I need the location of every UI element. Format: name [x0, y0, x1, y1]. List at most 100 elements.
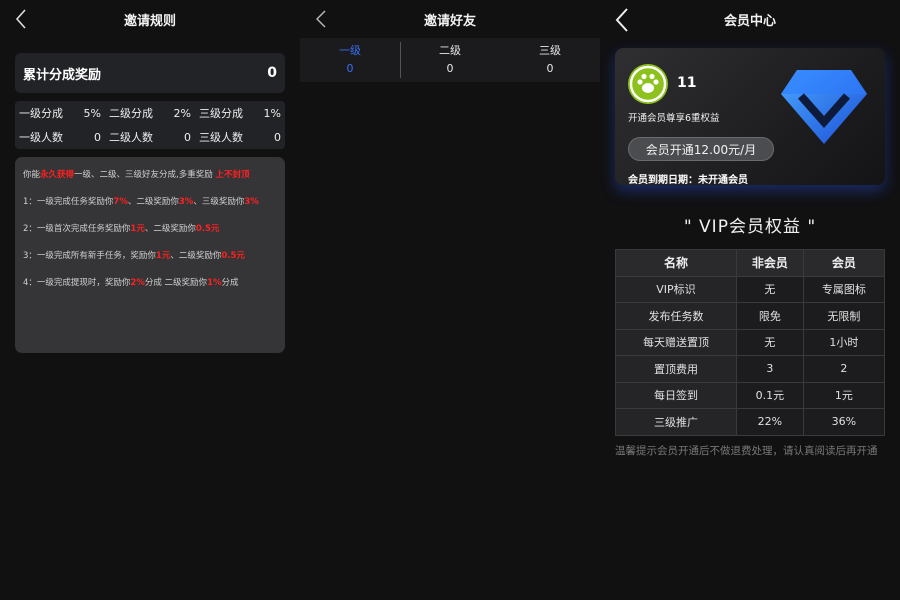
rule-text: 你能 — [23, 170, 41, 180]
grid-label: 三级人数 — [199, 131, 243, 144]
rule-highlight: 永久获得 — [40, 170, 75, 180]
grid-value: 2% — [173, 106, 191, 120]
table-cell: 0.1元 — [735, 381, 804, 409]
rule-text: 4：一级完成提现时，奖励你 — [23, 278, 131, 288]
rule-3: 3：一级完成所有新手任务，奖励你1元、二级奖励你0.5元 — [23, 248, 277, 264]
grid-label: 三级分成 — [199, 107, 243, 120]
benefits-table: 名称 非会员 会员 VIP标识无专属图标 发布任务数 限免 无限制 每天赠送置顶无 1… — [615, 249, 886, 436]
open-membership-button[interactable]: 会员开通12.00元/月 — [628, 137, 774, 161]
tab-level-3[interactable]: 三级 0 — [500, 38, 600, 82]
grid-value: 1% — [263, 106, 281, 120]
rule-highlight: 3% — [178, 197, 194, 207]
tab-label: 三级 — [539, 44, 561, 57]
page-title: 会员中心 — [723, 13, 776, 29]
chevron-left-icon — [15, 9, 26, 29]
diamond-icon — [781, 70, 867, 144]
level-tabs: 一级 0 二级 0 三级 0 — [300, 38, 600, 82]
total-reward-card: 累计分成奖励 0 — [15, 53, 285, 93]
rule-text: 1：一级完成任务奖励你 — [23, 197, 114, 207]
table-row: 每日签到 0.1元 1元 — [615, 381, 886, 409]
chevron-left-icon — [615, 8, 628, 32]
table-cell: 置顶费用 — [615, 355, 737, 383]
tab-count: 0 — [546, 62, 554, 75]
grid-cell: 三级人数 0 — [195, 125, 285, 149]
rule-highlight: 上不封顶 — [215, 170, 250, 180]
chevron-left-icon — [316, 10, 326, 28]
paw-icon — [629, 65, 667, 103]
tab-level-1[interactable]: 一级 0 — [300, 38, 400, 82]
grid-cell: 一级人数 0 — [15, 125, 105, 149]
table-cell: 无 — [735, 275, 804, 303]
tab-count: 0 — [446, 62, 454, 75]
rule-text: 分成 — [221, 278, 239, 288]
tab-label: 一级 — [339, 44, 361, 57]
rule-highlight: 2% — [130, 278, 145, 288]
table-cell: 发布任务数 — [615, 302, 737, 330]
table-cell: 限免 — [735, 302, 804, 330]
table-header-row: 名称 非会员 会员 — [615, 249, 886, 277]
total-reward-label: 累计分成奖励 — [23, 67, 102, 83]
grid-cell: 二级分成 2% — [105, 101, 195, 125]
tab-label: 二级 — [439, 44, 461, 57]
table-cell: 无 — [735, 328, 804, 356]
tab-divider — [400, 42, 401, 78]
table-row: 每天赠送置顶无 1小时 — [615, 328, 886, 356]
table-cell: 3 — [735, 355, 804, 383]
rule-text: 分成 二级奖励你 — [144, 278, 208, 288]
rule-1: 1：一级完成任务奖励你7%、二级奖励你3%、三级奖励你3% — [23, 194, 277, 210]
page-title: 邀请规则 — [123, 13, 176, 29]
rule-highlight: 7% — [113, 197, 128, 207]
grid-label: 一级人数 — [19, 131, 63, 144]
table-header: 会员 — [802, 249, 886, 277]
refund-tip: 温馨提示会员开通后不做退费处理，请认真阅读后再开通 — [615, 445, 878, 457]
expire-date: 会员到期日期：未开通会员 — [628, 175, 748, 185]
back-button[interactable] — [614, 8, 634, 32]
rule-text: 一级、二级、三级好友分成,多重奖励 — [74, 170, 216, 180]
table-cell: 2 — [802, 355, 886, 383]
table-cell: 1小时 — [802, 328, 886, 356]
header: 会员中心 — [600, 0, 900, 38]
rule-highlight: 1% — [207, 278, 222, 288]
table-cell: 每日签到 — [615, 381, 737, 409]
table-header: 非会员 — [735, 249, 804, 277]
grid-value: 0 — [274, 130, 281, 144]
table-cell: 专属图标 — [802, 275, 886, 303]
grid-label: 二级人数 — [109, 131, 153, 144]
grid-value: 0 — [184, 130, 191, 144]
header: 邀请规则 — [0, 0, 300, 38]
rule-2: 2：一级首次完成任务奖励你1元、二级奖励你0.5元 — [23, 221, 277, 237]
page-title: 邀请好友 — [423, 13, 476, 29]
table-row: 三级推广 22% 36% — [615, 408, 886, 436]
rule-highlight: 1元 — [130, 224, 145, 234]
tab-count: 0 — [346, 62, 354, 75]
back-button[interactable] — [14, 8, 34, 30]
rule-text: 、二级奖励你 — [127, 197, 179, 207]
table-cell: 每天赠送置顶 — [615, 328, 737, 356]
table-row: VIP标识无专属图标 — [615, 275, 886, 303]
vip-benefits-heading: " VIP会员权益 " — [683, 217, 817, 237]
tab-level-2[interactable]: 二级 0 — [400, 38, 500, 82]
table-cell: VIP标识 — [615, 275, 737, 303]
rule-4: 4：一级完成提现时，奖励你2%分成 二级奖励你1%分成 — [23, 275, 277, 291]
table-cell: 无限制 — [802, 302, 886, 330]
rules-box: 你能永久获得一级、二级、三级好友分成,多重奖励 上不封顶 1：一级完成任务奖励你… — [15, 157, 285, 353]
grid-label: 二级分成 — [109, 107, 153, 120]
grid-value: 5% — [83, 106, 101, 120]
table-cell: 22% — [735, 408, 804, 436]
total-reward-value: 0 — [267, 65, 277, 81]
invite-friends-screen: 邀请好友 一级 0 二级 0 三级 0 — [300, 0, 600, 600]
grid-cell: 三级分成 1% — [195, 101, 285, 125]
vip-subtitle: 开通会员尊享6重权益 — [628, 113, 720, 124]
rule-highlight: 0.5元 — [221, 251, 245, 261]
rule-highlight: 0.5元 — [195, 224, 220, 234]
rule-text: 、二级奖励你 — [144, 224, 196, 234]
invite-rules-screen: 邀请规则 累计分成奖励 0 一级分成 5% 二级分成 2% 三级分成 1% 一级人数 0… — [0, 0, 300, 600]
table-row: 置顶费用 3 2 — [615, 355, 886, 383]
table-cell: 36% — [802, 408, 886, 436]
back-button[interactable] — [314, 8, 334, 30]
table-cell: 三级推广 — [615, 408, 737, 436]
grid-value: 0 — [94, 130, 101, 144]
rule-text: 2：一级首次完成任务奖励你 — [23, 224, 131, 234]
member-center-screen: 会员中心 11 开通会员尊享6重权益 会员开通12.00元/月 会员到期日期：未… — [600, 0, 900, 600]
avatar[interactable] — [628, 64, 668, 104]
